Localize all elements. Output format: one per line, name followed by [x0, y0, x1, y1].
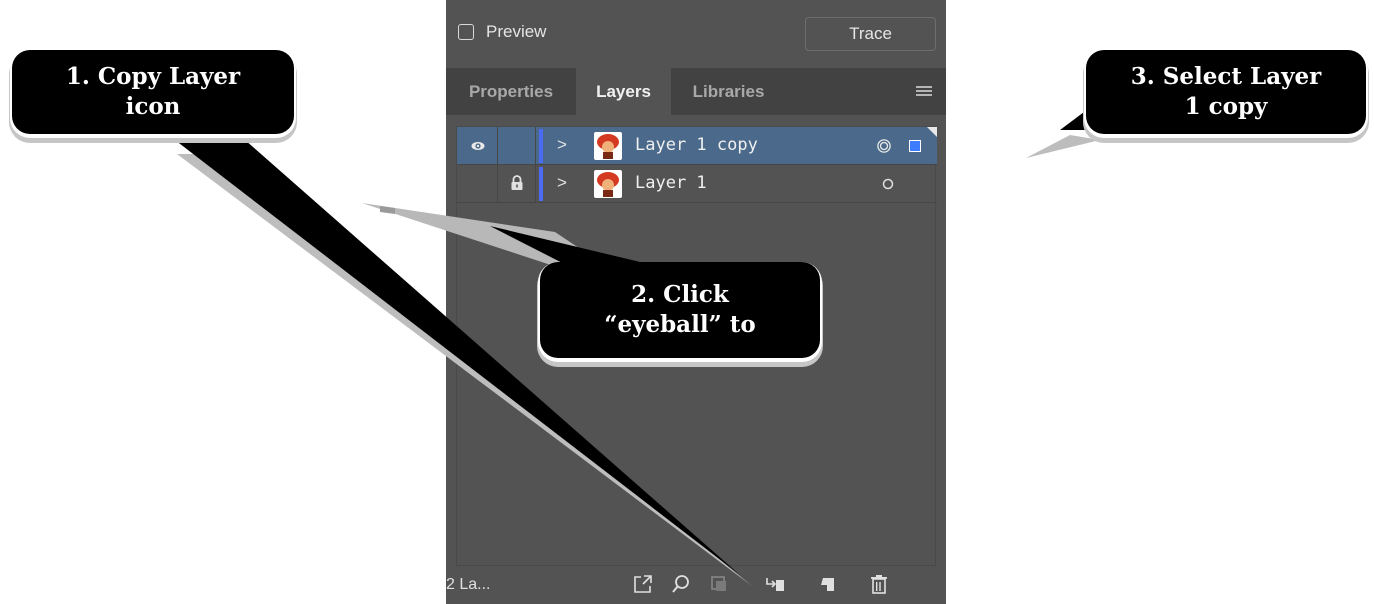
layer-count-label: 2 La...	[446, 576, 491, 593]
panel-menu-icon[interactable]	[916, 86, 932, 98]
locate-object-icon[interactable]	[670, 573, 692, 595]
selected-art-indicator-icon	[927, 127, 937, 137]
layer-name[interactable]: Layer 1 copy	[635, 135, 758, 155]
target-icon[interactable]	[877, 139, 891, 153]
lock-icon[interactable]	[510, 175, 524, 191]
trace-button[interactable]: Trace	[805, 17, 936, 51]
expand-chevron-icon[interactable]: >	[557, 173, 567, 193]
layer-color-bar	[539, 129, 543, 163]
tab-properties[interactable]: Properties	[446, 68, 576, 115]
callout-step-1-text: 1. Copy Layer icon	[65, 63, 241, 120]
layer-color-bar	[539, 167, 543, 201]
panel-footer: 2 La...	[446, 566, 946, 604]
new-layer-icon[interactable]	[816, 573, 838, 595]
layer-thumbnail	[594, 132, 622, 160]
callout-step-3-text: 3. Select Layer 1 copy	[1130, 63, 1322, 120]
callout-step-2: 2. Click “eyeball” to	[540, 262, 820, 358]
move-to-layer-icon[interactable]	[764, 573, 786, 595]
export-icon[interactable]	[632, 573, 654, 595]
layer-row-layer-1-copy[interactable]: > Layer 1 copy	[457, 127, 937, 165]
panel-tab-bar: Properties Layers Libraries	[446, 68, 946, 115]
delete-icon[interactable]	[868, 573, 890, 595]
target-icon[interactable]	[881, 177, 895, 191]
layer-name[interactable]: Layer 1	[635, 173, 707, 193]
callout-step-2-text: 2. Click “eyeball” to	[604, 281, 756, 338]
tab-layers[interactable]: Layers	[576, 68, 671, 115]
preview-label: Preview	[486, 22, 547, 41]
tab-libraries[interactable]: Libraries	[671, 68, 786, 115]
selection-square-icon[interactable]	[909, 140, 921, 152]
callout-step-3: 3. Select Layer 1 copy	[1086, 50, 1366, 134]
callout-step-1: 1. Copy Layer icon	[12, 50, 294, 134]
expand-chevron-icon[interactable]: >	[557, 135, 567, 155]
preview-checkbox[interactable]	[458, 24, 474, 40]
eye-icon[interactable]	[471, 139, 485, 153]
layer-thumbnail	[594, 170, 622, 198]
make-clip-mask-icon[interactable]	[708, 573, 730, 595]
layer-row-layer-1[interactable]: > Layer 1	[457, 165, 937, 203]
image-trace-bar: Preview Trace	[446, 0, 946, 68]
